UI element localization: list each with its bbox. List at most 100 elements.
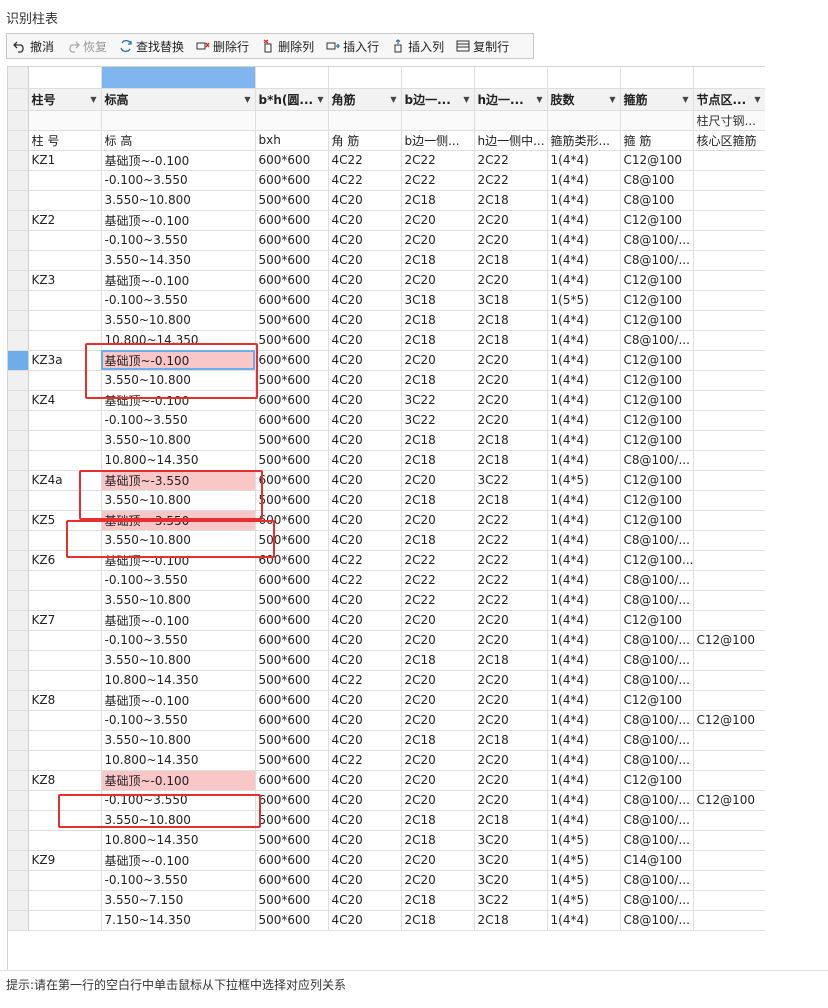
- row-header[interactable]: [8, 850, 29, 871]
- insert-row-button[interactable]: 插入行: [320, 34, 385, 58]
- table-cell[interactable]: 2C20: [474, 350, 548, 371]
- row-header[interactable]: [8, 610, 29, 631]
- column-mapping-dropdown[interactable]: h边一... ▼: [474, 88, 548, 111]
- table-cell[interactable]: [693, 510, 765, 531]
- row-header[interactable]: [8, 690, 29, 711]
- table-cell[interactable]: 2C22: [401, 550, 475, 571]
- table-cell[interactable]: 1(4*5): [547, 870, 621, 891]
- row-header[interactable]: [8, 810, 29, 831]
- table-cell[interactable]: KZ7: [28, 610, 102, 631]
- table-cell[interactable]: KZ2: [28, 210, 102, 231]
- table-cell[interactable]: 2C20: [474, 210, 548, 231]
- table-cell[interactable]: 2C20: [474, 230, 548, 251]
- table-cell[interactable]: 1(4*4): [547, 330, 621, 351]
- table-cell[interactable]: [28, 430, 102, 451]
- row-header[interactable]: [8, 210, 29, 231]
- table-cell[interactable]: 2C20: [401, 750, 475, 771]
- row-header[interactable]: [8, 530, 29, 551]
- table-cell[interactable]: [693, 750, 765, 771]
- table-cell[interactable]: 4C20: [328, 250, 402, 271]
- table-cell[interactable]: C8@100/...: [620, 870, 694, 891]
- table-cell[interactable]: [693, 470, 765, 491]
- table-cell[interactable]: [693, 310, 765, 331]
- row-header[interactable]: [8, 430, 29, 451]
- table-cell[interactable]: 基础顶~-3.550: [101, 470, 256, 491]
- chevron-down-icon[interactable]: ▼: [90, 95, 96, 104]
- table-cell[interactable]: 2C20: [474, 710, 548, 731]
- table-cell[interactable]: 600*600: [255, 630, 329, 651]
- table-cell[interactable]: 基础顶~-0.100: [101, 610, 256, 631]
- table-cell[interactable]: 600*600: [255, 290, 329, 311]
- source-header-cell[interactable]: 核心区箍筋: [693, 130, 765, 151]
- row-header[interactable]: [8, 67, 29, 89]
- table-cell[interactable]: 2C20: [401, 770, 475, 791]
- row-header[interactable]: [8, 830, 29, 851]
- row-header[interactable]: [8, 870, 29, 891]
- table-cell[interactable]: 基础顶~-0.100: [101, 210, 256, 231]
- table-cell[interactable]: 4C20: [328, 530, 402, 551]
- table-cell[interactable]: 1(4*4): [547, 370, 621, 391]
- chevron-down-icon[interactable]: ▼: [317, 95, 323, 104]
- table-cell[interactable]: 3.550~10.800: [101, 370, 256, 391]
- table-cell[interactable]: C8@100/...: [620, 650, 694, 671]
- table-cell[interactable]: 1(4*4): [547, 490, 621, 511]
- table-cell[interactable]: 3C20: [474, 850, 548, 871]
- undo-button[interactable]: 撤消: [7, 34, 60, 58]
- table-cell[interactable]: [693, 690, 765, 711]
- table-cell[interactable]: 3.550~10.800: [101, 530, 256, 551]
- table-cell[interactable]: 2C20: [401, 870, 475, 891]
- table-cell[interactable]: 2C22: [474, 510, 548, 531]
- table-cell[interactable]: 600*600: [255, 350, 329, 371]
- table-cell[interactable]: 600*600: [255, 690, 329, 711]
- table-cell[interactable]: 10.800~14.350: [101, 450, 256, 471]
- table-cell[interactable]: 2C20: [474, 410, 548, 431]
- table-cell[interactable]: [28, 530, 102, 551]
- row-header[interactable]: [8, 310, 29, 331]
- table-cell[interactable]: [693, 150, 765, 171]
- table-cell[interactable]: 4C20: [328, 410, 402, 431]
- table-cell[interactable]: [693, 850, 765, 871]
- column-mapping-dropdown[interactable]: 角筋 ▼: [328, 88, 402, 111]
- table-cell[interactable]: C8@100/...: [620, 890, 694, 911]
- sub-header-cell[interactable]: [547, 110, 621, 131]
- table-cell[interactable]: 3C22: [401, 390, 475, 411]
- row-header[interactable]: [8, 730, 29, 751]
- table-cell[interactable]: C8@100/...: [620, 250, 694, 271]
- row-header[interactable]: [8, 150, 29, 171]
- table-cell[interactable]: 4C20: [328, 870, 402, 891]
- table-cell[interactable]: KZ8: [28, 770, 102, 791]
- table-cell[interactable]: 2C20: [401, 850, 475, 871]
- table-cell[interactable]: 10.800~14.350: [101, 330, 256, 351]
- table-cell[interactable]: [693, 430, 765, 451]
- table-cell[interactable]: 4C20: [328, 810, 402, 831]
- table-cell[interactable]: 2C18: [474, 810, 548, 831]
- table-cell[interactable]: 4C20: [328, 470, 402, 491]
- row-header[interactable]: [8, 450, 29, 471]
- table-cell[interactable]: C8@100/...: [620, 710, 694, 731]
- table-cell[interactable]: [693, 490, 765, 511]
- table-cell[interactable]: 1(4*4): [547, 550, 621, 571]
- sub-header-cell[interactable]: [328, 110, 402, 131]
- table-cell[interactable]: 2C20: [401, 710, 475, 731]
- table-cell[interactable]: 1(4*4): [547, 430, 621, 451]
- table-cell[interactable]: 3.550~7.150: [101, 890, 256, 911]
- table-cell[interactable]: C8@100/...: [620, 330, 694, 351]
- table-cell[interactable]: 基础顶~-0.100: [101, 770, 256, 791]
- table-cell[interactable]: 600*600: [255, 390, 329, 411]
- copy-row-button[interactable]: 复制行: [450, 34, 515, 58]
- table-cell[interactable]: 3C22: [401, 410, 475, 431]
- table-cell[interactable]: 2C22: [401, 590, 475, 611]
- table-cell[interactable]: -0.100~3.550: [101, 170, 256, 191]
- column-select-cell[interactable]: [693, 67, 765, 89]
- row-header[interactable]: [8, 490, 29, 511]
- table-cell[interactable]: 2C18: [401, 430, 475, 451]
- row-header[interactable]: [8, 370, 29, 391]
- table-cell[interactable]: 4C20: [328, 770, 402, 791]
- table-cell[interactable]: C8@100/...: [620, 670, 694, 691]
- row-header[interactable]: [8, 170, 29, 191]
- row-header[interactable]: [8, 710, 29, 731]
- sub-header-cell[interactable]: 柱尺寸钢...: [693, 110, 765, 131]
- table-cell[interactable]: 1(4*4): [547, 190, 621, 211]
- table-cell[interactable]: C8@100: [620, 190, 694, 211]
- table-cell[interactable]: C8@100/...: [620, 590, 694, 611]
